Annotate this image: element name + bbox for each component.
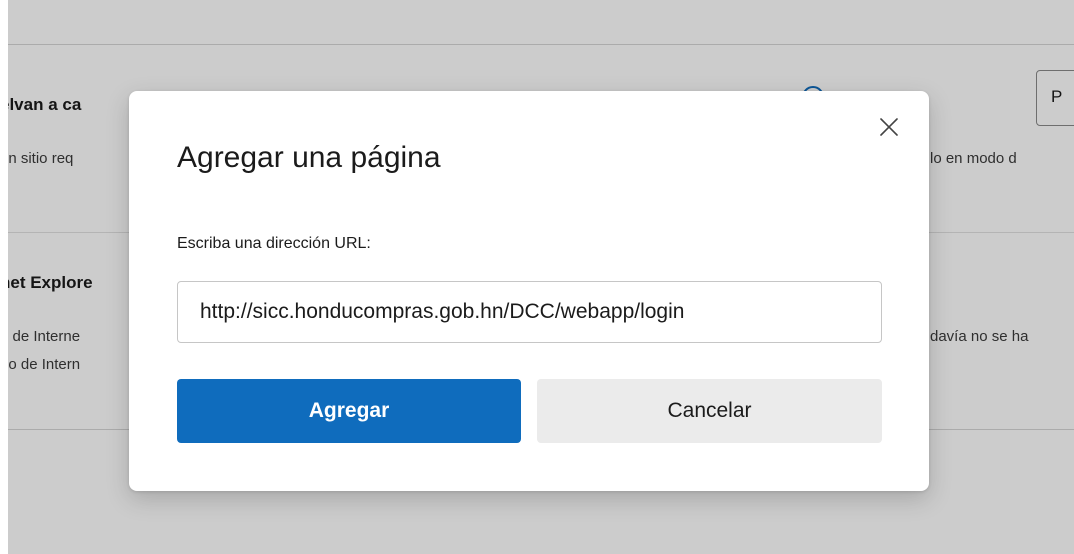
close-button[interactable] bbox=[871, 109, 907, 145]
left-edge bbox=[0, 0, 8, 554]
add-page-dialog: Agregar una página Escriba una dirección… bbox=[129, 91, 929, 491]
add-button[interactable]: Agregar bbox=[177, 379, 521, 443]
settings-page: elvan a ca un sitio req lo en modo d P n… bbox=[0, 0, 1074, 554]
url-input[interactable] bbox=[177, 281, 882, 343]
dialog-title: Agregar una página bbox=[177, 141, 441, 174]
cancel-button[interactable]: Cancelar bbox=[537, 379, 882, 443]
url-field-label: Escriba una dirección URL: bbox=[177, 235, 371, 252]
close-icon bbox=[880, 118, 898, 136]
